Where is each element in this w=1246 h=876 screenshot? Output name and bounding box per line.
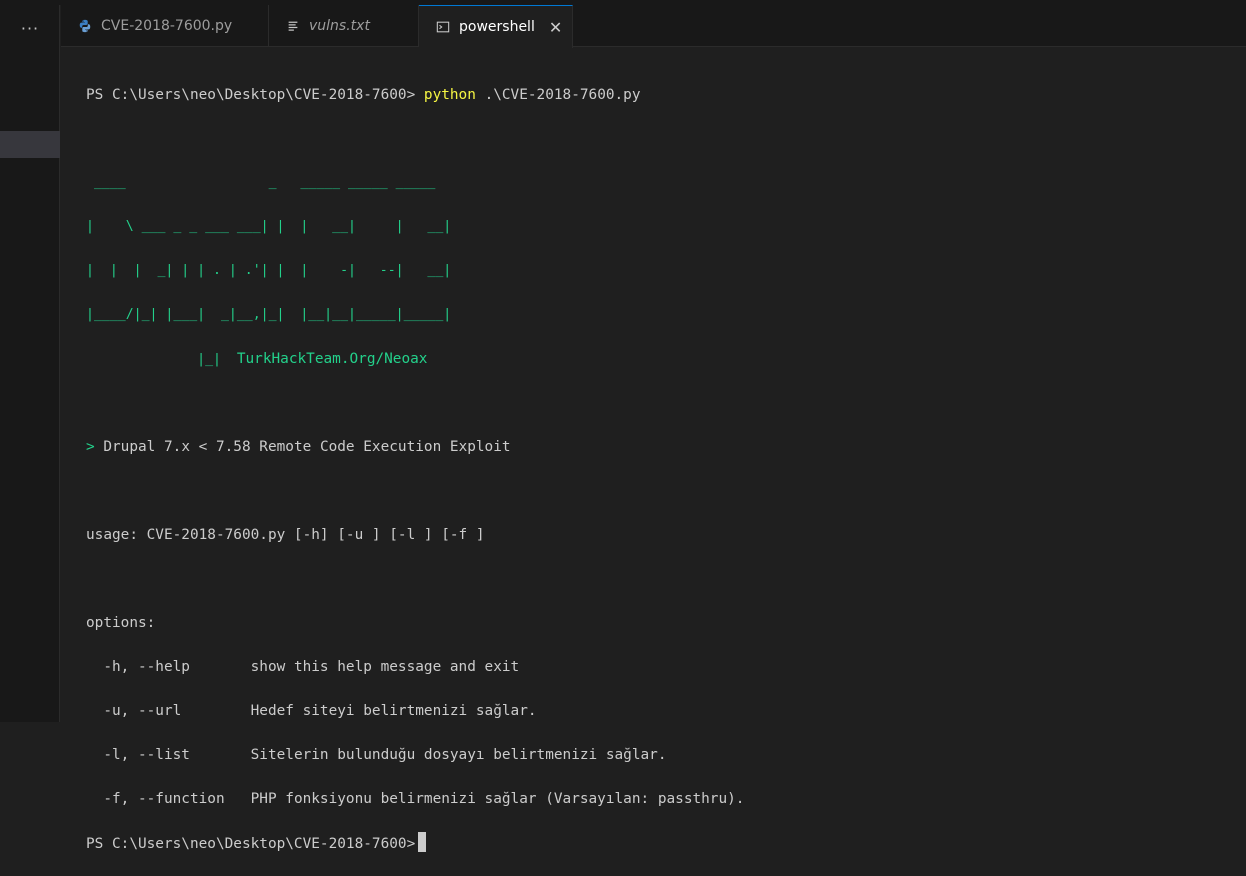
title-line: > Drupal 7.x < 7.58 Remote Code Executio… xyxy=(86,436,744,458)
python-icon xyxy=(79,19,91,33)
option-row: -f, --function PHP fonksiyonu belirmeniz… xyxy=(86,788,744,810)
terminal-icon xyxy=(436,21,450,33)
option-row: -u, --url Hedef siteyi belirtmenizi sağl… xyxy=(86,700,744,722)
more-actions-icon[interactable]: ··· xyxy=(0,19,60,38)
tab-vulns-txt[interactable]: vulns.txt xyxy=(269,5,419,47)
banner-credit-line: |_| TurkHackTeam.Org/Neoax xyxy=(86,348,744,370)
tab-label: CVE-2018-7600.py xyxy=(101,18,233,34)
editor-tab-bar: CVE-2018-7600.py vulns.txt powershell ✕ xyxy=(61,5,1246,48)
options-header: options: xyxy=(86,615,156,631)
command-line: PS C:\Users\neo\Desktop\CVE-2018-7600> p… xyxy=(86,84,744,106)
ascii-banner-line: | \ ___ _ _ ___ ___| | | __| | __| xyxy=(86,219,452,234)
option-flag: -l, --list xyxy=(86,747,251,763)
command-name: python xyxy=(423,87,476,103)
text-file-icon xyxy=(288,21,298,31)
terminal-cursor xyxy=(418,832,427,852)
command-arg: .\CVE-2018-7600.py xyxy=(484,87,641,103)
close-icon[interactable]: ✕ xyxy=(549,18,562,37)
ascii-banner-line: ____ _ _____ _____ _____ xyxy=(86,175,444,190)
activity-bar: ··· xyxy=(0,5,60,722)
tab-label: vulns.txt xyxy=(309,18,370,34)
tab-cve-2018-7600-py[interactable]: CVE-2018-7600.py xyxy=(61,5,269,47)
usage-line: usage: CVE-2018-7600.py [-h] [-u ] [-l ]… xyxy=(86,527,485,543)
option-flag: -u, --url xyxy=(86,703,251,719)
exploit-title: Drupal 7.x < 7.58 Remote Code Execution … xyxy=(103,439,511,455)
tab-powershell[interactable]: powershell ✕ xyxy=(419,5,573,48)
terminal-output[interactable]: PS C:\Users\neo\Desktop\CVE-2018-7600> p… xyxy=(86,62,744,876)
option-flag: -h, --help xyxy=(86,659,251,675)
tab-label: powershell xyxy=(459,19,535,35)
prompt: PS C:\Users\neo\Desktop\CVE-2018-7600> xyxy=(86,836,416,852)
activity-bar-active-item[interactable] xyxy=(0,131,60,158)
ascii-banner-line: |_| xyxy=(86,352,237,367)
option-desc: show this help message and exit xyxy=(250,659,520,675)
ascii-banner-line: | | | _| | | . | .'| | | -| --| __| xyxy=(86,263,452,278)
option-desc: Sitelerin bulunduğu dosyayı belirtmenizi… xyxy=(250,747,667,763)
option-desc: Hedef siteyi belirtmenizi sağlar. xyxy=(250,703,537,719)
arrow-marker: > xyxy=(86,439,95,455)
option-flag: -f, --function xyxy=(86,791,251,807)
banner-credit: TurkHackTeam.Org/Neoax xyxy=(236,351,428,367)
option-desc: PHP fonksiyonu belirmenizi sağlar (Varsa… xyxy=(250,791,745,807)
prompt: PS C:\Users\neo\Desktop\CVE-2018-7600> xyxy=(86,87,416,103)
final-prompt-line: PS C:\Users\neo\Desktop\CVE-2018-7600> xyxy=(86,832,744,854)
option-row: -l, --list Sitelerin bulunduğu dosyayı b… xyxy=(86,744,744,766)
ascii-banner-line: |____/|_| |___| _|__,|_| |__|__|_____|__… xyxy=(86,307,452,322)
option-row: -h, --help show this help message and ex… xyxy=(86,656,744,678)
